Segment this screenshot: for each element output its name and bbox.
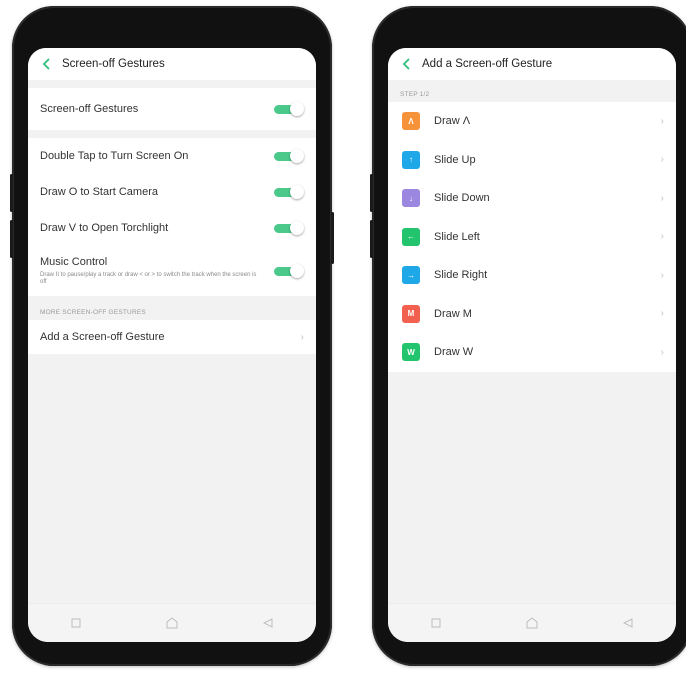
toggle-switch[interactable] <box>274 221 304 235</box>
volume-up-button <box>370 174 373 212</box>
music-control-description: Draw II to pause/play a track or draw < … <box>40 271 257 286</box>
volume-down-button <box>370 220 373 258</box>
back-chevron-icon[interactable] <box>40 57 54 71</box>
header-bar: Add a Screen-off Gesture <box>388 48 676 80</box>
gesture-label: Slide Down <box>434 192 490 205</box>
gesture-row-content: ↓ Slide Down <box>402 189 490 208</box>
gesture-row-content: M Draw M <box>402 304 472 323</box>
master-toggle-row[interactable]: Screen-off Gestures <box>28 88 316 130</box>
gesture-label: Slide Right <box>434 269 488 282</box>
toggle-row-draw-v[interactable]: Draw V to Open Torchlight <box>28 210 316 246</box>
chevron-right-icon: › <box>660 308 664 320</box>
page-title: Add a Screen-off Gesture <box>422 58 553 70</box>
gesture-row[interactable]: W Draw W › <box>388 333 676 372</box>
gesture-row-content: ↑ Slide Up <box>402 150 476 169</box>
arrow-down-icon: ↓ <box>402 189 420 208</box>
gesture-label: Slide Up <box>434 153 476 166</box>
arrow-up-icon: ↑ <box>402 150 420 169</box>
toggle-switch[interactable] <box>274 149 304 163</box>
recent-apps-icon[interactable] <box>429 616 443 630</box>
gesture-label: Draw Λ <box>434 115 471 128</box>
gesture-row[interactable]: M Draw M › <box>388 294 676 333</box>
page-title: Screen-off Gestures <box>62 58 165 70</box>
back-nav-icon[interactable] <box>261 616 275 630</box>
add-gesture-row[interactable]: Add a Screen-off Gesture › <box>28 320 316 354</box>
navigation-bar <box>28 603 316 642</box>
volume-up-button <box>10 174 13 212</box>
gesture-label: Slide Left <box>434 230 480 243</box>
toggle-switch[interactable] <box>274 185 304 199</box>
back-nav-icon[interactable] <box>621 616 635 630</box>
chevron-right-icon: › <box>660 154 664 166</box>
add-gesture-label: Add a Screen-off Gesture <box>40 331 165 343</box>
toggle-switch[interactable] <box>274 264 304 278</box>
screen-right: Add a Screen-off Gesture STEP 1/2 Λ Draw … <box>388 48 676 642</box>
gesture-row[interactable]: ↓ Slide Down › <box>388 179 676 218</box>
chevron-right-icon: › <box>660 346 664 358</box>
header-bar: Screen-off Gestures <box>28 48 316 80</box>
gesture-row-content: W Draw W <box>402 343 474 362</box>
gesture-row[interactable]: → Slide Right › <box>388 256 676 295</box>
gesture-row[interactable]: Λ Draw Λ › <box>388 102 676 141</box>
phone-frame-left: Screen-off Gestures Screen-off Gestures … <box>10 6 334 666</box>
toggle-label: Music Control <box>40 255 108 268</box>
chevron-right-icon: › <box>660 231 664 243</box>
back-chevron-icon[interactable] <box>400 57 414 71</box>
toggle-row-music-control[interactable]: Music Control Draw II to pause/play a tr… <box>28 246 316 296</box>
section-label: MORE SCREEN-OFF GESTURES <box>40 308 146 316</box>
gesture-row-content: Λ Draw Λ <box>402 112 471 131</box>
gesture-row-content: ← Slide Left <box>402 227 480 246</box>
chevron-right-icon: › <box>660 192 664 204</box>
gesture-label: Draw M <box>434 307 472 320</box>
gesture-row[interactable]: ← Slide Left › <box>388 217 676 256</box>
screen-left: Screen-off Gestures Screen-off Gestures … <box>28 48 316 642</box>
caret-up-icon: Λ <box>402 112 420 131</box>
chevron-right-icon: › <box>300 331 304 343</box>
navigation-bar <box>388 603 676 642</box>
arrow-right-icon: → <box>402 266 420 285</box>
toggle-label: Draw V to Open Torchlight <box>40 222 169 234</box>
gesture-row[interactable]: ↑ Slide Up › <box>388 140 676 179</box>
toggle-label: Draw O to Start Camera <box>40 186 158 198</box>
home-icon[interactable] <box>165 616 179 630</box>
step-label: STEP 1/2 <box>400 90 430 98</box>
gesture-list: Λ Draw Λ › ↑ Slide Up › ↓ Slide Down › ← Slide Lef… <box>388 102 676 372</box>
phone-frame-right: Add a Screen-off Gesture STEP 1/2 Λ Draw … <box>370 6 686 666</box>
arrow-left-icon: ← <box>402 227 420 246</box>
toggle-label: Double Tap to Turn Screen On <box>40 150 189 162</box>
toggle-row-double-tap[interactable]: Double Tap to Turn Screen On <box>28 138 316 174</box>
letter-w-icon: W <box>402 343 420 362</box>
gesture-label: Draw W <box>434 346 474 359</box>
toggle-row-draw-o[interactable]: Draw O to Start Camera <box>28 174 316 210</box>
gesture-row-content: → Slide Right <box>402 266 488 285</box>
letter-m-icon: M <box>402 304 420 323</box>
toggle-label: Screen-off Gestures <box>40 103 139 115</box>
volume-down-button <box>10 220 13 258</box>
chevron-right-icon: › <box>660 269 664 281</box>
power-button <box>331 212 334 264</box>
home-icon[interactable] <box>525 616 539 630</box>
toggle-switch[interactable] <box>274 102 304 116</box>
recent-apps-icon[interactable] <box>69 616 83 630</box>
chevron-right-icon: › <box>660 115 664 127</box>
